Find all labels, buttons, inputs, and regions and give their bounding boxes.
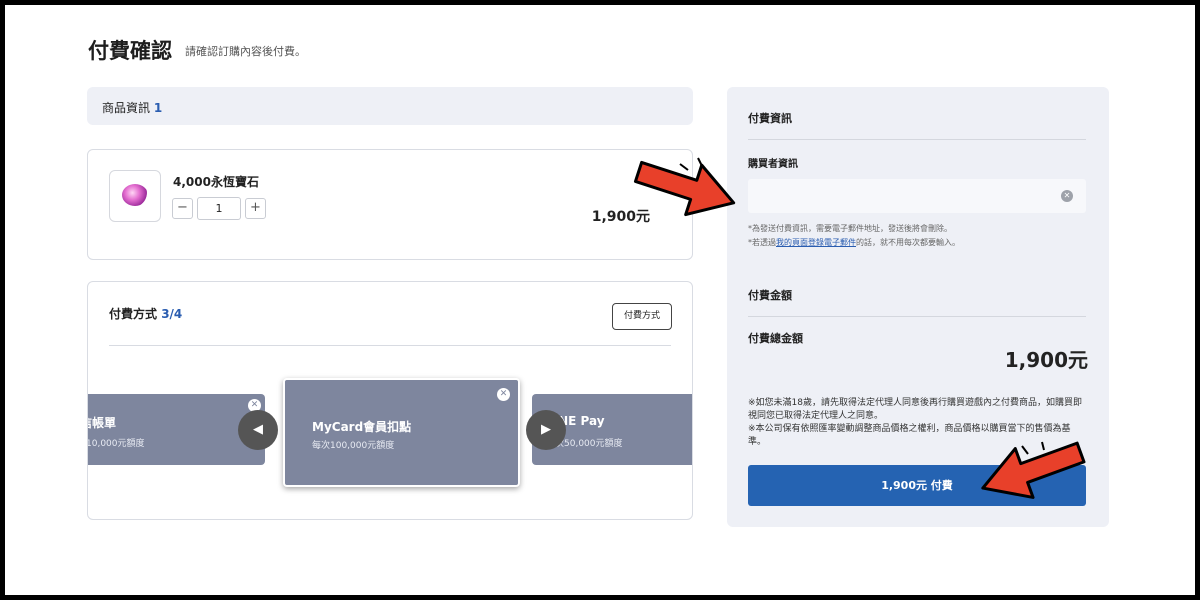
clear-icon[interactable]: ✕ xyxy=(1061,190,1073,202)
product-section-header: 商品資訊 1 xyxy=(87,87,693,125)
product-thumbnail xyxy=(109,170,161,222)
product-section-label: 商品資訊 xyxy=(102,101,151,115)
close-icon[interactable]: ✕ xyxy=(497,388,510,401)
page-title: 付費確認 xyxy=(88,39,172,63)
buyer-email-input[interactable]: ✕ xyxy=(748,179,1086,213)
quantity-increase-button[interactable]: + xyxy=(245,197,266,219)
payment-option-mycard[interactable]: MyCard會員扣點 每次100,000元額度 ✕ xyxy=(283,378,520,487)
carousel-prev-button[interactable]: ◀ xyxy=(238,410,278,450)
divider xyxy=(748,316,1086,317)
total-label: 付費總金額 xyxy=(748,332,803,345)
quantity-input[interactable]: 1 xyxy=(197,196,241,220)
product-count: 1 xyxy=(153,101,163,115)
payment-option-desc: 每次10,000元額度 xyxy=(87,439,145,449)
payment-method-card: 付費方式 3/4 付費方式 電信帳單 每次10,000元額度 LINE Pay … xyxy=(87,281,693,520)
quantity-stepper: − 1 + xyxy=(172,196,266,220)
buyer-note-2: *若透過我的頁面登錄電子郵件的話，就不用每次都要輸入。 xyxy=(748,238,960,247)
gem-icon xyxy=(122,184,148,206)
payment-option-name: MyCard會員扣點 xyxy=(312,420,412,434)
carousel-next-button[interactable]: ▶ xyxy=(526,410,566,450)
product-name: 4,000永恆寶石 xyxy=(173,175,259,189)
divider xyxy=(748,139,1086,140)
divider xyxy=(109,345,671,346)
payment-method-label: 付費方式 xyxy=(109,307,158,321)
buyer-note-1: *為發送付費資訊，需要電子郵件地址，發送後將會刪除。 xyxy=(748,224,952,233)
total-amount: 1,900元 xyxy=(1004,348,1088,372)
payment-info-title: 付費資訊 xyxy=(748,112,792,125)
page-subtitle: 請確認訂購內容後付費。 xyxy=(185,45,306,58)
amount-section-title: 付費金額 xyxy=(748,289,792,302)
quantity-decrease-button[interactable]: − xyxy=(172,197,193,219)
red-arrow-icon xyxy=(633,157,736,217)
payment-option-desc: 每次100,000元額度 xyxy=(312,441,395,451)
buyer-info-label: 購買者資訊 xyxy=(748,159,798,170)
disclaimer-age: ※如您未滿18歲，請先取得法定代理人同意後再行購買遊戲內之付費商品，如購買即視同… xyxy=(748,398,1082,421)
red-arrow-icon xyxy=(981,441,1086,499)
product-card: 4,000永恆寶石 − 1 + 1,900元 xyxy=(87,149,693,260)
payment-method-button[interactable]: 付費方式 xyxy=(612,303,672,330)
register-email-link[interactable]: 我的頁面登錄電子郵件 xyxy=(776,238,856,247)
payment-method-index: 3/4 xyxy=(161,307,183,321)
payment-option-name: 電信帳單 xyxy=(88,416,117,430)
